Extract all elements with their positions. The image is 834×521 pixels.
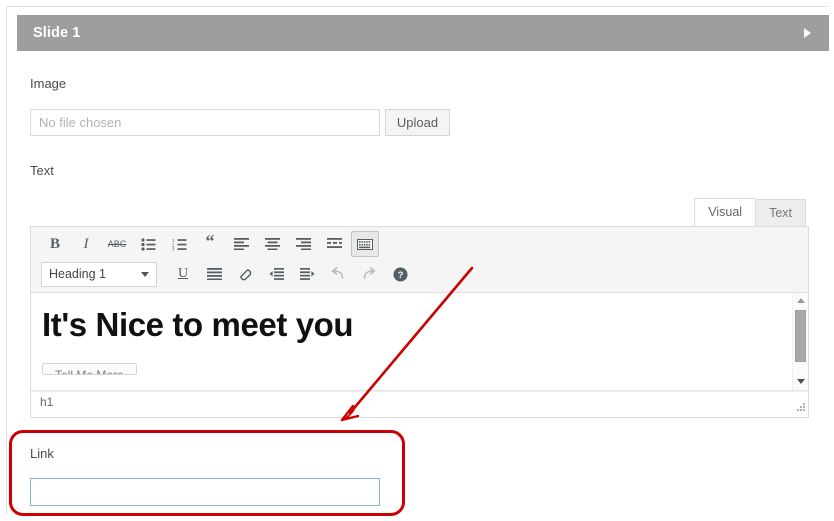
outdent-icon[interactable] [262,261,290,287]
document-cta-button[interactable]: Tell Me More [42,362,137,375]
bold-icon[interactable]: B [41,231,69,257]
screenshot-root: Slide 1 Image Upload Text Visual Text B … [0,0,834,521]
rich-text-editor: B I ABC 1 2 3 “ Heading 1 U ? It's Nice … [30,226,809,418]
underline-icon[interactable]: U [169,261,197,287]
image-field-label: Image [30,76,67,91]
svg-text:?: ? [397,270,403,281]
editor-toolbar-row-2: Heading 1 U ? [35,259,804,289]
editor-mode-tabs: Visual Text [694,198,806,226]
undo-icon[interactable] [324,261,352,287]
align-left-icon[interactable] [227,231,255,257]
scrollbar-thumb[interactable] [795,310,806,362]
clear-formatting-icon[interactable] [231,261,259,287]
slide-header-title: Slide 1 [33,25,81,41]
editor-content-area[interactable]: It's Nice to meet you Tell Me More [31,293,808,391]
format-select-value: Heading 1 [49,267,106,281]
tab-text[interactable]: Text [756,199,806,226]
scroll-down-arrow-icon[interactable] [793,374,808,389]
upload-button[interactable]: Upload [385,109,450,136]
link-input[interactable] [30,478,380,506]
unordered-list-icon[interactable] [134,231,162,257]
chevron-down-icon [141,271,149,277]
link-field-label: Link [30,446,54,461]
indent-icon[interactable] [293,261,321,287]
svg-text:3: 3 [172,246,175,250]
format-select[interactable]: Heading 1 [41,261,157,287]
toolbar-toggle-icon[interactable] [351,231,379,257]
justify-icon[interactable] [200,261,228,287]
text-field-label: Text [30,163,54,178]
editor-document[interactable]: It's Nice to meet you Tell Me More [31,293,792,390]
blockquote-icon[interactable]: “ [196,231,224,257]
insert-read-more-icon[interactable] [320,231,348,257]
scroll-up-arrow-icon[interactable] [793,293,808,308]
editor-toolbar: B I ABC 1 2 3 “ Heading 1 U ? [31,227,808,293]
help-icon[interactable]: ? [386,261,414,287]
align-right-icon[interactable] [289,231,317,257]
editor-vertical-scrollbar[interactable] [792,293,808,390]
redo-icon[interactable] [355,261,383,287]
editor-status-bar: h1 [31,391,808,413]
image-file-input[interactable] [30,109,380,136]
italic-icon[interactable]: I [72,231,100,257]
slide-panel: Slide 1 Image Upload Text Visual Text B … [6,6,829,514]
resize-grip-icon[interactable] [794,400,805,411]
editor-element-path: h1 [40,395,54,409]
tab-visual[interactable]: Visual [694,198,757,226]
triangle-right-icon[interactable] [804,28,811,38]
align-center-icon[interactable] [258,231,286,257]
editor-toolbar-row-1: B I ABC 1 2 3 “ [35,229,804,259]
ordered-list-icon[interactable]: 1 2 3 [165,231,193,257]
slide-header[interactable]: Slide 1 [17,15,829,51]
strikethrough-icon[interactable]: ABC [103,231,131,257]
document-heading[interactable]: It's Nice to meet you [42,306,780,344]
